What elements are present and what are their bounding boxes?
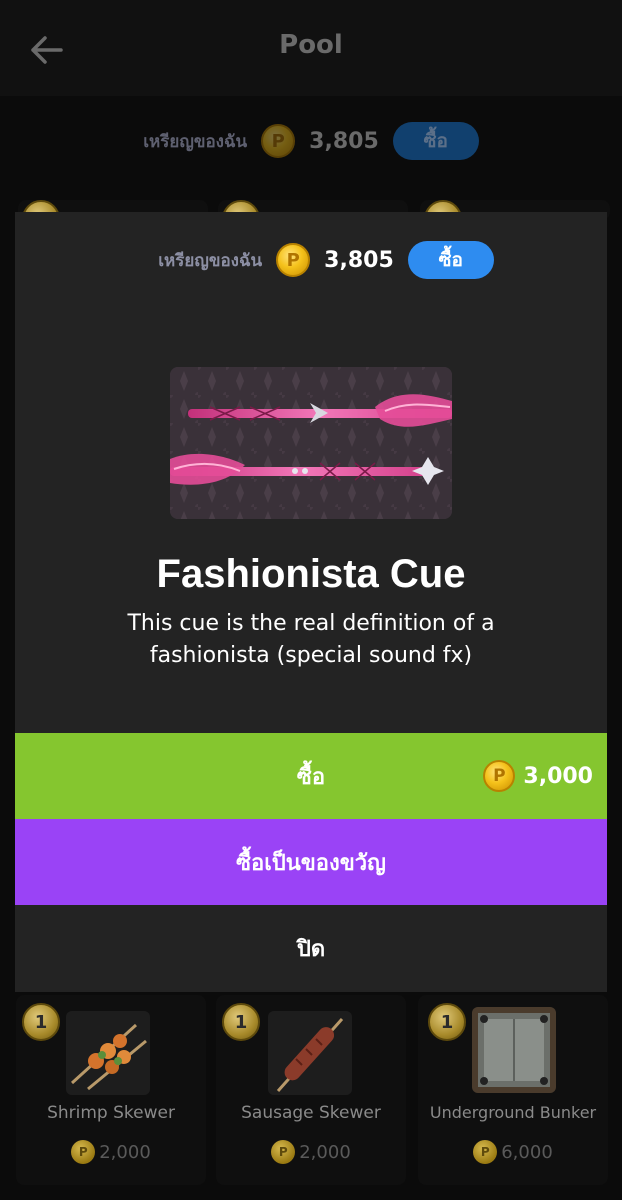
shrimp-skewer-icon xyxy=(66,1011,150,1095)
level-badge: 1 xyxy=(222,1003,260,1041)
item-name: Sausage Skewer xyxy=(241,1103,381,1123)
buy-coins-button[interactable]: ซื้อ xyxy=(392,122,479,160)
price-value: 3,000 xyxy=(523,763,593,789)
coin-icon: P xyxy=(276,243,311,277)
buy-price: P 3,000 xyxy=(483,733,593,819)
price-value: 2,000 xyxy=(299,1141,351,1163)
close-label: ปิด xyxy=(296,936,326,962)
item-card-shrimp-skewer[interactable]: 1 Shrimp Skewer P 2,000 xyxy=(16,995,206,1185)
product-description: This cue is the real definition of a fas… xyxy=(127,611,495,668)
item-card-underground-bunker[interactable]: 1 Underground Bunker P 6,000 xyxy=(418,995,608,1185)
my-coins-row: เหรียญของฉัน P 3,805 ซื้อ xyxy=(0,121,622,161)
page-title: Pool xyxy=(279,30,343,60)
level-badge: 1 xyxy=(428,1003,466,1041)
buy-button[interactable]: ซื้อ P 3,000 xyxy=(15,733,607,819)
top-bar: Pool xyxy=(0,0,622,96)
buy-as-gift-button[interactable]: ซื้อเป็นของขวัญ xyxy=(15,819,607,905)
item-thumbnail xyxy=(268,1011,352,1095)
price-value: 6,000 xyxy=(501,1141,553,1163)
price-value: 2,000 xyxy=(99,1141,151,1163)
my-coins-label: เหรียญของฉัน xyxy=(158,250,263,271)
product-title: Fashionista Cue xyxy=(156,552,466,596)
coin-balance: 3,805 xyxy=(324,247,394,273)
item-name: Shrimp Skewer xyxy=(47,1103,175,1123)
product-image xyxy=(170,367,452,519)
gift-label: ซื้อเป็นของขวัญ xyxy=(236,850,386,876)
coin-balance: 3,805 xyxy=(309,128,379,154)
coin-icon: P xyxy=(271,1140,296,1164)
dialog-coins-row: เหรียญของฉัน P 3,805 ซื้อ xyxy=(15,240,622,280)
fashionista-cue-icon xyxy=(170,367,452,519)
item-thumbnail xyxy=(472,1007,556,1093)
buy-coins-button[interactable]: ซื้อ xyxy=(407,241,494,279)
coin-icon: P xyxy=(483,760,516,792)
level-badge: 1 xyxy=(22,1003,60,1041)
bunker-table-icon xyxy=(472,1007,556,1093)
item-thumbnail xyxy=(66,1011,150,1095)
coin-icon: P xyxy=(71,1140,96,1164)
purchase-dialog: เหรียญของฉัน P 3,805 ซื้อ Fashionista Cu… xyxy=(15,212,607,992)
item-price: P 6,000 xyxy=(413,1140,613,1164)
close-button[interactable]: ปิด xyxy=(15,905,607,991)
item-name: Underground Bunker xyxy=(429,1103,597,1122)
item-price: P 2,000 xyxy=(211,1140,411,1164)
coin-icon: P xyxy=(473,1140,498,1164)
sausage-skewer-icon xyxy=(268,1011,352,1095)
item-card-sausage-skewer[interactable]: 1 Sausage Skewer P 2,000 xyxy=(216,995,406,1185)
coin-icon: P xyxy=(261,124,296,158)
item-price: P 2,000 xyxy=(11,1140,211,1164)
my-coins-label: เหรียญของฉัน xyxy=(143,131,248,152)
buy-label: ซื้อ xyxy=(296,764,326,790)
